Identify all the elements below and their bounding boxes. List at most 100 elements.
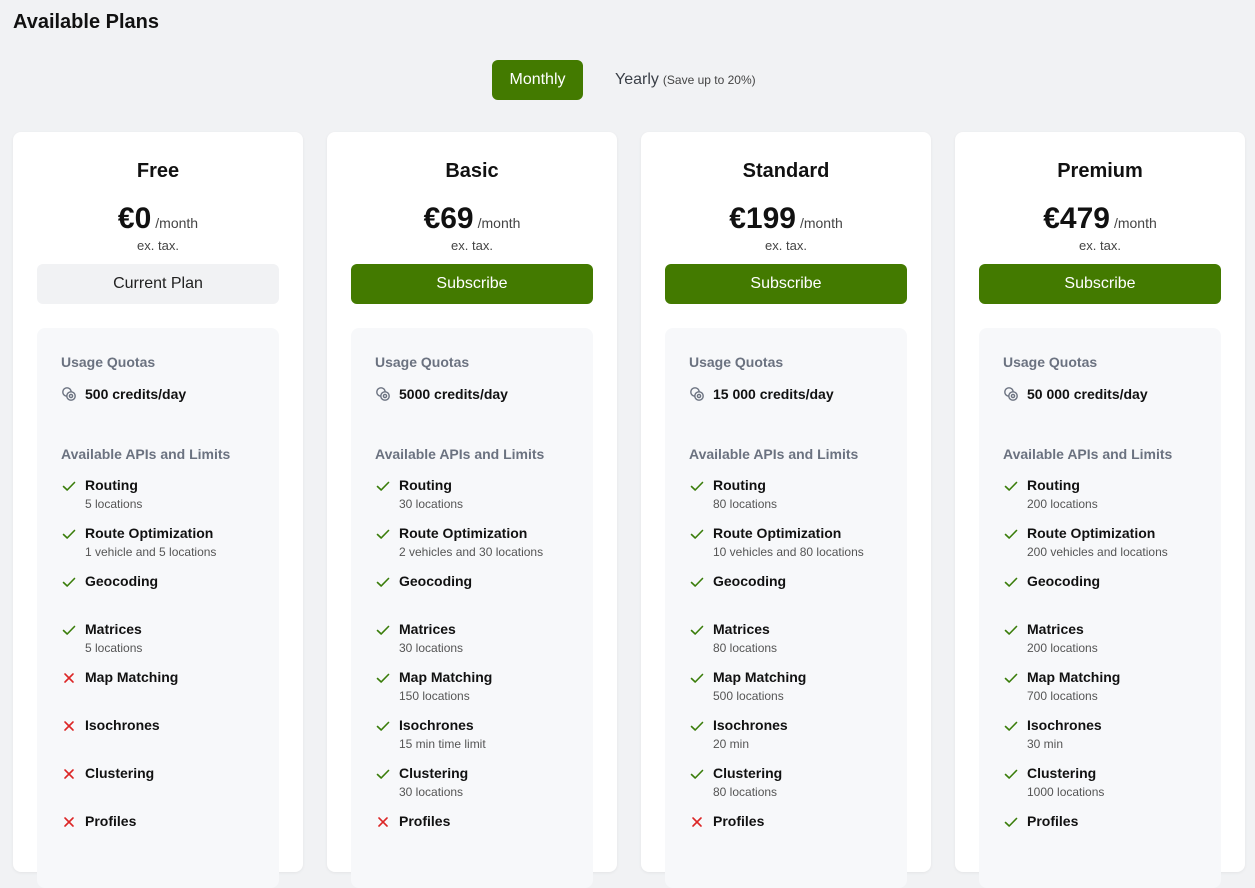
api-text: Geocoding — [713, 572, 786, 591]
api-name: Matrices — [1027, 621, 1084, 637]
check-icon — [1003, 526, 1019, 542]
api-text: Map Matching 700 locations — [1027, 668, 1120, 705]
check-icon — [689, 574, 705, 590]
price-row: €199 /month — [641, 202, 931, 236]
api-name: Geocoding — [85, 573, 159, 589]
check-icon — [1003, 478, 1019, 494]
api-item-matrices: Matrices 80 locations — [689, 620, 899, 668]
api-text: Clustering 80 locations — [713, 764, 782, 801]
api-limit: 200 vehicles and locations — [1027, 545, 1168, 559]
usage-quotas-heading: Usage Quotas — [375, 354, 470, 370]
api-limit: 700 locations — [1027, 689, 1098, 703]
yearly-label: Yearly — [615, 71, 659, 88]
check-icon — [375, 478, 391, 494]
api-text: Clustering 30 locations — [399, 764, 468, 801]
api-limit: 30 locations — [399, 497, 464, 511]
api-text: Routing 200 locations — [1027, 476, 1098, 513]
api-text: Clustering — [85, 764, 154, 783]
api-name: Isochrones — [713, 717, 788, 733]
check-icon — [689, 526, 705, 542]
x-icon — [61, 670, 77, 686]
api-text: Profiles — [713, 812, 764, 831]
api-limit: 30 locations — [399, 785, 464, 799]
credits-quota: 15 000 credits/day — [689, 386, 834, 402]
usage-quotas-heading: Usage Quotas — [61, 354, 156, 370]
api-limit: 80 locations — [713, 641, 778, 655]
usage-quotas-heading: Usage Quotas — [689, 354, 784, 370]
api-text: Geocoding — [1027, 572, 1100, 591]
api-name: Map Matching — [1027, 669, 1121, 685]
api-item-isochrones: Isochrones 15 min time limit — [375, 716, 585, 764]
api-item-routing: Routing 80 locations — [689, 476, 899, 524]
coins-icon — [375, 386, 391, 402]
plan-card-free: Free €0 /month ex. tax. Current Plan Usa… — [13, 132, 303, 888]
api-list: Routing 5 locations Route Optimization 1 ve… — [61, 476, 271, 860]
api-name: Route Optimization — [399, 525, 528, 541]
current-plan-button[interactable]: Current Plan — [37, 264, 279, 304]
api-text: Isochrones — [85, 716, 160, 735]
api-item-route-optimization: Route Optimization 2 vehicles and 30 loca… — [375, 524, 585, 572]
check-icon — [689, 718, 705, 734]
billing-toggle: Monthly Yearly (Save up to 20%) — [492, 60, 756, 100]
api-limit: 30 locations — [399, 641, 464, 655]
check-icon — [1003, 574, 1019, 590]
api-item-clustering: Clustering 80 locations — [689, 764, 899, 812]
api-item-geocoding: Geocoding — [689, 572, 899, 620]
price-row: €0 /month — [13, 202, 303, 236]
check-icon — [61, 574, 77, 590]
features-panel: Usage Quotas 500 credits/day Available A… — [37, 328, 279, 888]
subscribe-button[interactable]: Subscribe — [979, 264, 1221, 304]
api-limit: 2 vehicles and 30 locations — [399, 545, 544, 559]
api-item-routing: Routing 200 locations — [1003, 476, 1213, 524]
api-text: Map Matching 500 locations — [713, 668, 806, 705]
api-text: Isochrones 30 min — [1027, 716, 1102, 753]
plan-price: €479 — [1043, 202, 1110, 235]
api-name: Clustering — [399, 765, 469, 781]
x-icon — [61, 814, 77, 830]
api-limit: 5 locations — [85, 497, 143, 511]
check-icon — [1003, 766, 1019, 782]
apis-heading: Available APIs and Limits — [61, 446, 231, 462]
api-item-route-optimization: Route Optimization 1 vehicle and 5 locati… — [61, 524, 271, 572]
subscribe-button[interactable]: Subscribe — [351, 264, 593, 304]
api-text: Route Optimization 10 vehicles and 80 loc… — [713, 524, 864, 561]
api-name: Routing — [85, 477, 138, 493]
apis-heading: Available APIs and Limits — [1003, 446, 1173, 462]
tax-note: ex. tax. — [1079, 238, 1121, 253]
tax-note: ex. tax. — [451, 238, 493, 253]
api-text: Profiles — [85, 812, 136, 831]
plan-name: Premium — [1057, 160, 1143, 182]
apis-heading: Available APIs and Limits — [375, 446, 545, 462]
api-name: Route Optimization — [1027, 525, 1156, 541]
monthly-toggle-button[interactable]: Monthly — [492, 60, 583, 100]
api-item-routing: Routing 30 locations — [375, 476, 585, 524]
api-item-profiles: Profiles — [689, 812, 899, 860]
api-text: Profiles — [399, 812, 450, 831]
api-item-map-matching: Map Matching 500 locations — [689, 668, 899, 716]
api-item-route-optimization: Route Optimization 10 vehicles and 80 loc… — [689, 524, 899, 572]
api-item-geocoding: Geocoding — [375, 572, 585, 620]
api-item-isochrones: Isochrones — [61, 716, 271, 764]
price-period: /month — [799, 215, 843, 231]
api-name: Matrices — [713, 621, 770, 637]
api-name: Matrices — [85, 621, 142, 637]
features-panel: Usage Quotas 15 000 credits/day Availabl… — [665, 328, 907, 888]
subscribe-button[interactable]: Subscribe — [665, 264, 907, 304]
plan-price: €199 — [729, 202, 796, 235]
credits-label: 5000 credits/day — [399, 386, 508, 402]
check-icon — [689, 670, 705, 686]
api-item-clustering: Clustering 30 locations — [375, 764, 585, 812]
plan-card-standard: Standard €199 /month ex. tax. Subscribe … — [641, 132, 931, 888]
api-list: Routing 80 locations Route Optimization 10 … — [689, 476, 899, 860]
api-name: Profiles — [713, 813, 765, 829]
coins-icon — [689, 386, 705, 402]
coins-icon — [1003, 386, 1019, 402]
api-item-isochrones: Isochrones 20 min — [689, 716, 899, 764]
api-name: Isochrones — [1027, 717, 1102, 733]
features-panel: Usage Quotas 5000 credits/day Available … — [351, 328, 593, 888]
api-item-isochrones: Isochrones 30 min — [1003, 716, 1213, 764]
check-icon — [1003, 670, 1019, 686]
page-title: Available Plans — [13, 11, 159, 33]
api-name: Route Optimization — [85, 525, 214, 541]
yearly-toggle-button[interactable]: Yearly (Save up to 20%) — [615, 71, 756, 89]
